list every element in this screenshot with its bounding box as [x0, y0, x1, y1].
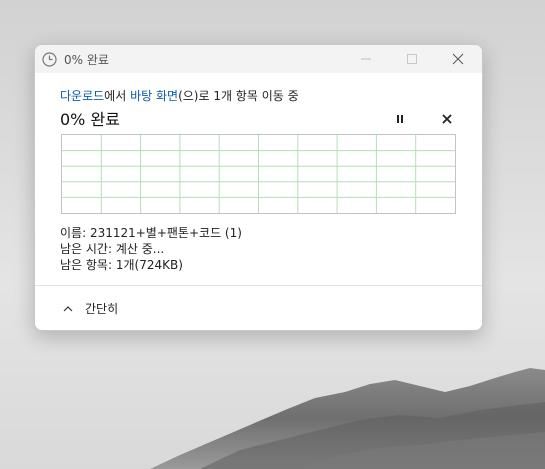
window-title: 0% 완료	[64, 53, 109, 67]
chevron-up-icon	[63, 306, 73, 312]
pause-icon	[397, 115, 403, 123]
maximize-icon	[407, 54, 417, 64]
pause-button[interactable]	[392, 111, 408, 125]
close-icon	[442, 114, 452, 124]
description-text-1: 에서	[104, 89, 131, 103]
destination-folder-link[interactable]: 바탕 화면	[130, 89, 178, 103]
source-folder-link[interactable]: 다운로드	[60, 89, 104, 103]
items-remaining: 남은 항목: 1개(724KB)	[60, 258, 183, 272]
speed-graph-grid	[62, 135, 455, 213]
minimize-button[interactable]	[343, 45, 389, 73]
close-icon	[452, 53, 464, 65]
close-window-button[interactable]	[435, 45, 481, 73]
description-text-2: (으)로 1개 항목 이동 중	[178, 89, 299, 103]
operation-description: 다운로드에서 바탕 화면(으)로 1개 항목 이동 중	[60, 87, 299, 104]
file-operation-dialog: 0% 완료 다운로드에서 바탕 화면(으)로 1개 항목 이동 중 0% 완료	[34, 44, 483, 331]
fewer-details-label: 간단히	[85, 302, 119, 316]
item-name: 이름: 231121+별+팬톤+코드 (1)	[60, 226, 242, 240]
footer-divider	[35, 285, 482, 286]
minimize-icon	[361, 58, 371, 60]
clock-icon	[42, 52, 57, 67]
transfer-speed-graph	[61, 134, 456, 214]
progress-percent-label: 0% 완료	[60, 110, 120, 129]
maximize-button[interactable]	[389, 45, 435, 73]
title-bar[interactable]: 0% 완료	[35, 45, 482, 73]
time-remaining: 남은 시간: 계산 중...	[60, 242, 165, 256]
cancel-operation-button[interactable]	[439, 111, 455, 125]
